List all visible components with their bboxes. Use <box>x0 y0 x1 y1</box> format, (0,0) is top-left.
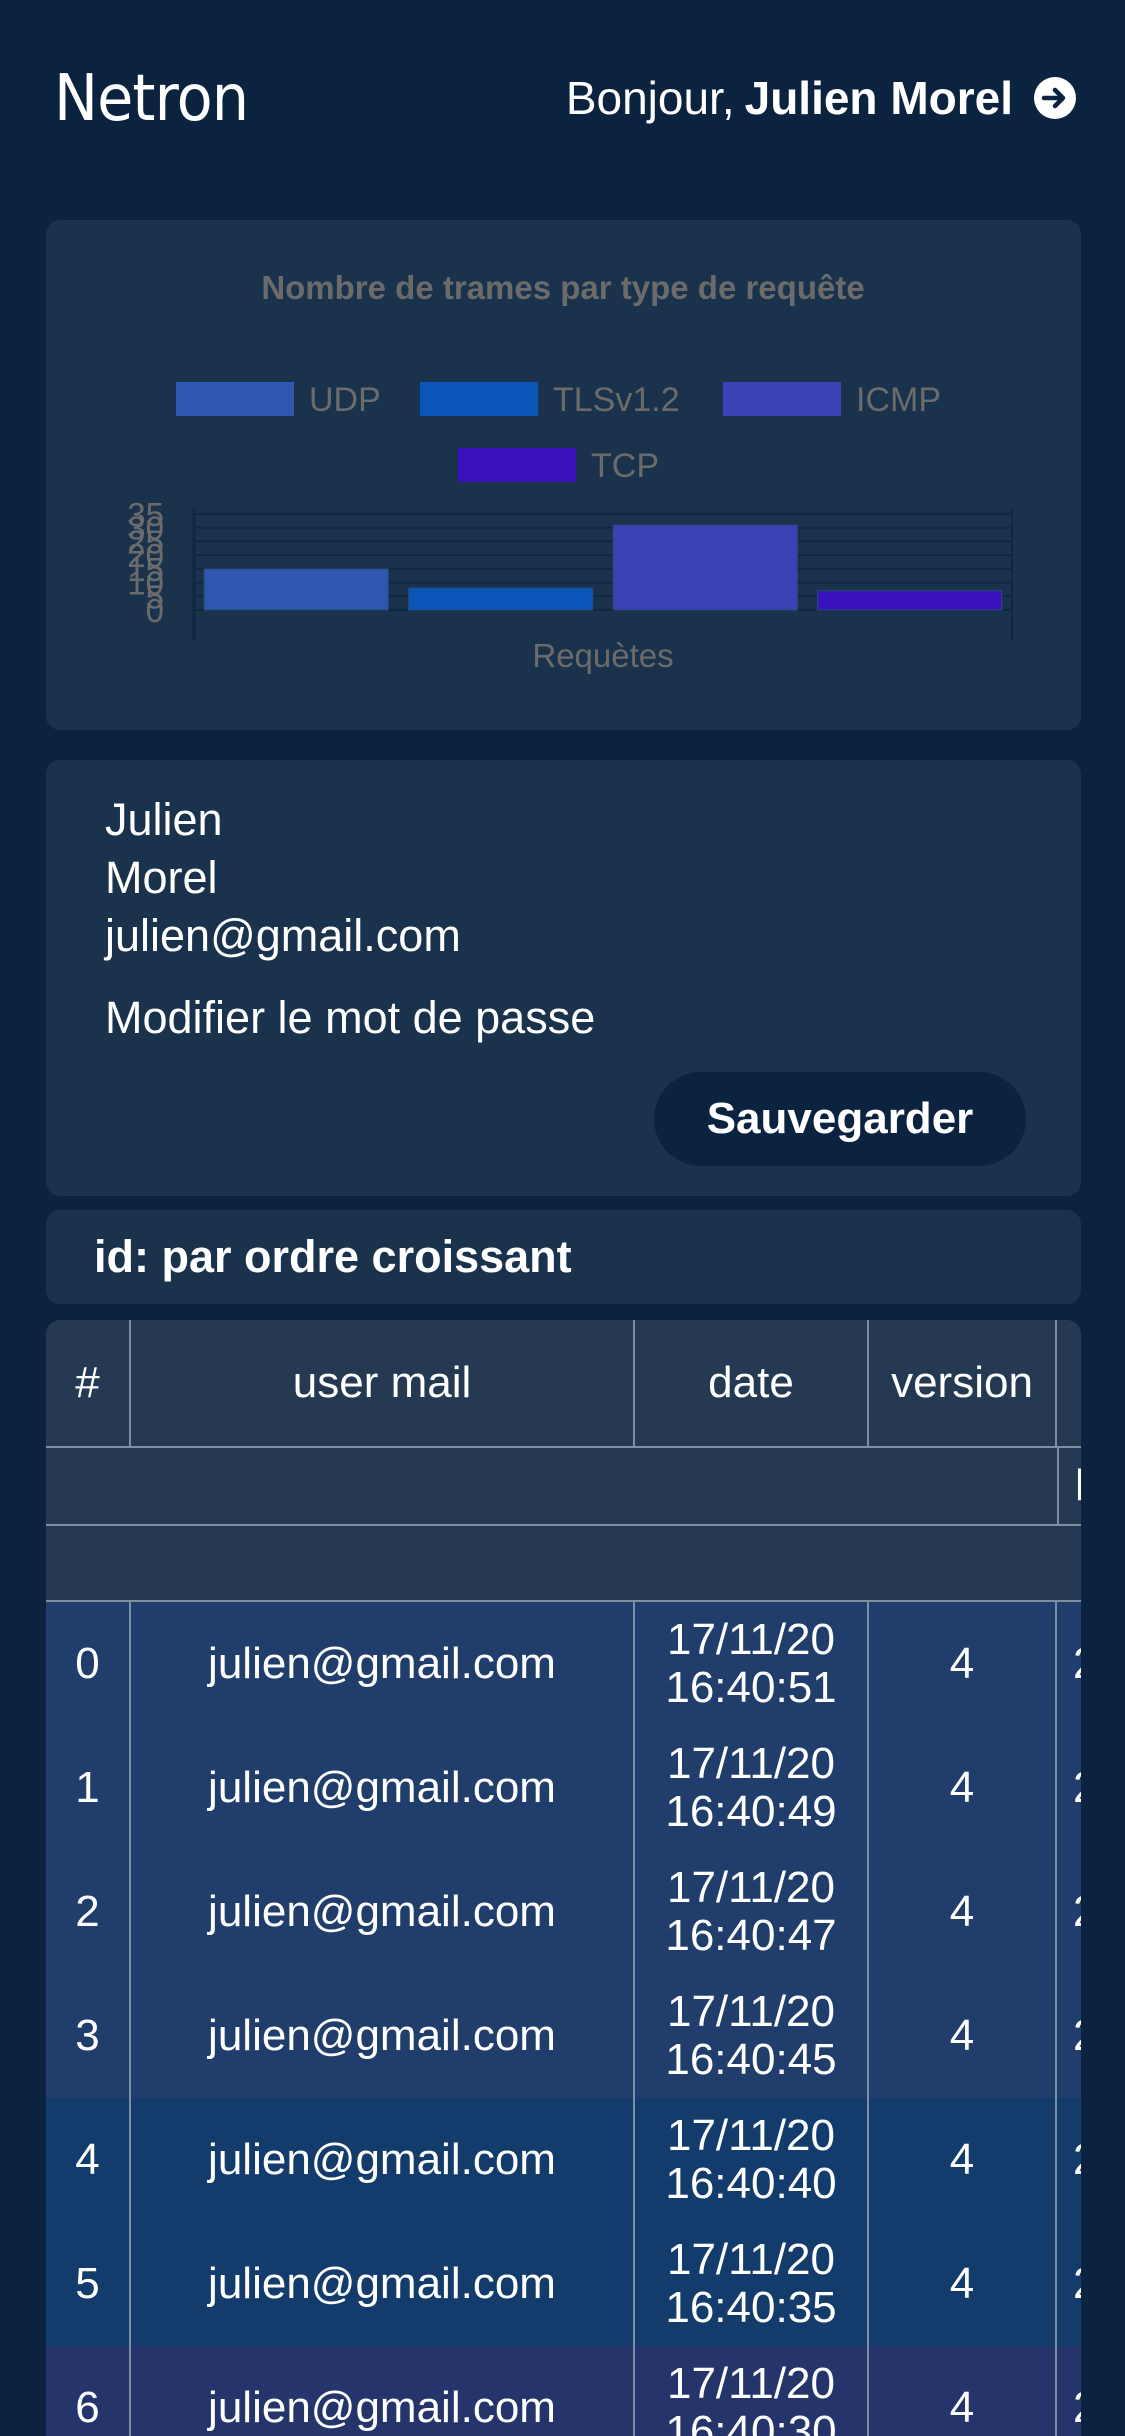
table-header-row: # user mail date version <box>46 1320 1081 1446</box>
frames-chart: Nombre de trames par type de requête UDP… <box>127 269 1013 674</box>
cell-version: 4 <box>869 1726 1057 1850</box>
legend-swatch-2[interactable] <box>723 382 841 416</box>
legend-label-0[interactable]: UDP <box>309 381 381 419</box>
y-tick-label: 0 <box>146 592 164 629</box>
cell-version: 4 <box>869 2222 1057 2346</box>
cell-id: 3 <box>46 1974 131 2098</box>
app-logo[interactable]: Netron <box>54 62 249 136</box>
logout-icon[interactable] <box>1033 76 1077 120</box>
table-row[interactable]: 6julien@gmail.com17/11/2016:40:3042 <box>46 2346 1081 2436</box>
cell-date-day: 17/11/20 <box>666 1863 835 1912</box>
cell-id: 2 <box>46 1850 131 1974</box>
user-name: Julien Morel <box>744 72 1013 124</box>
cell-date: 17/11/20 16:40:35 <box>635 2222 869 2346</box>
legend-swatch-3[interactable] <box>458 448 576 482</box>
cell-date-day: 17/11/20 <box>666 2359 835 2408</box>
cell-date-day: 17/11/20 <box>666 2235 835 2284</box>
cell-user-mail: julien@gmail.com <box>131 1602 635 1726</box>
cell-len: 2 <box>1057 1974 1081 2098</box>
table-row[interactable]: 3julien@gmail.com17/11/2016:40:4542 <box>46 1974 1081 2098</box>
cell-date-time: 16:40:30 <box>665 2407 837 2436</box>
cell-date: 17/11/20 16:40:45 <box>635 1974 869 2098</box>
first-name-field[interactable]: Julien <box>105 794 223 846</box>
sort-selector[interactable]: id: par ordre croissant <box>46 1210 1081 1304</box>
cell-version: 4 <box>869 2346 1057 2436</box>
cell-id: 1 <box>46 1726 131 1850</box>
cell-len: 2 <box>1057 2222 1081 2346</box>
cell-len: 2 <box>1057 1602 1081 1726</box>
cell-user-mail: julien@gmail.com <box>131 1850 635 1974</box>
cell-date-time: 16:40:40 <box>665 2159 837 2208</box>
cell-version: 4 <box>869 2098 1057 2222</box>
table-row[interactable]: 1julien@gmail.com17/11/2016:40:4942 <box>46 1726 1081 1850</box>
bar-udp[interactable] <box>203 568 389 611</box>
header-version[interactable]: version <box>869 1320 1057 1446</box>
cell-user-mail: julien@gmail.com <box>131 2222 635 2346</box>
table-row[interactable]: 4julien@gmail.com17/11/2016:40:4042 <box>46 2098 1081 2222</box>
cell-id: 4 <box>46 2098 131 2222</box>
frames-chart-card: Nombre de trames par type de requête UDP… <box>46 220 1081 730</box>
greeting-prefix: Bonjour, <box>565 72 735 124</box>
table-subheader-row: len <box>46 1446 1081 1524</box>
save-button[interactable]: Sauvegarder <box>654 1072 1026 1166</box>
legend-swatch-1[interactable] <box>420 382 538 416</box>
email-field[interactable]: julien@gmail.com <box>105 910 461 962</box>
chart-y-ticks: 35302520151050 <box>127 496 164 629</box>
chart-x-label: Requètes <box>532 637 673 674</box>
header-len[interactable]: len <box>1057 1448 1081 1524</box>
frames-table[interactable]: # user mail date version len 0julien@gma… <box>46 1320 1081 2436</box>
chart-legend[interactable]: UDP TLSv1.2 ICMP TCP <box>176 381 941 485</box>
bar-tlsv1-2[interactable] <box>408 587 594 611</box>
legend-swatch-0[interactable] <box>176 382 294 416</box>
cell-date-time: 16:40:35 <box>665 2283 837 2332</box>
cell-date-time: 16:40:51 <box>665 1663 837 1712</box>
header-user-mail[interactable]: user mail <box>131 1320 635 1446</box>
last-name-field[interactable]: Morel <box>105 852 218 904</box>
table-row[interactable]: 5julien@gmail.com17/11/2016:40:3542 <box>46 2222 1081 2346</box>
cell-user-mail: julien@gmail.com <box>131 2098 635 2222</box>
user-greeting: Bonjour, Julien Morel <box>566 66 1077 130</box>
bar-icmp[interactable] <box>612 524 798 611</box>
legend-label-1[interactable]: TLSv1.2 <box>553 381 680 419</box>
cell-len: 2 <box>1057 1850 1081 1974</box>
cell-id: 6 <box>46 2346 131 2436</box>
cell-date: 17/11/20 16:40:51 <box>635 1602 869 1726</box>
legend-label-3[interactable]: TCP <box>591 447 659 485</box>
cell-date: 17/11/20 16:40:30 <box>635 2346 869 2436</box>
cell-user-mail: julien@gmail.com <box>131 2346 635 2436</box>
cell-date-day: 17/11/20 <box>666 1987 835 2036</box>
profile-card: Julien Morel julien@gmail.com Modifier l… <box>46 760 1081 1196</box>
cell-len: 2 <box>1057 1726 1081 1850</box>
cell-user-mail: julien@gmail.com <box>131 1726 635 1850</box>
table-filter-row <box>46 1524 1081 1602</box>
change-password-link[interactable]: Modifier le mot de passe <box>105 992 595 1044</box>
cell-len: 2 <box>1057 2098 1081 2222</box>
cell-date-time: 16:40:45 <box>665 2035 837 2084</box>
cell-id: 5 <box>46 2222 131 2346</box>
sort-label: id: par ordre croissant <box>94 1231 572 1282</box>
header-extra[interactable] <box>1057 1320 1081 1446</box>
legend-label-2[interactable]: ICMP <box>856 381 941 419</box>
chart-title: Nombre de trames par type de requête <box>261 269 864 306</box>
cell-version: 4 <box>869 1602 1057 1726</box>
header-id[interactable]: # <box>46 1320 131 1446</box>
cell-date: 17/11/20 16:40:47 <box>635 1850 869 1974</box>
cell-date-time: 16:40:47 <box>665 1911 837 1960</box>
cell-version: 4 <box>869 1850 1057 1974</box>
cell-date-day: 17/11/20 <box>666 1739 835 1788</box>
cell-version: 4 <box>869 1974 1057 2098</box>
cell-date-day: 17/11/20 <box>666 2111 835 2160</box>
bar-tcp[interactable] <box>817 590 1003 611</box>
cell-id: 0 <box>46 1602 131 1726</box>
header-date[interactable]: date <box>635 1320 869 1446</box>
cell-date: 17/11/20 16:40:49 <box>635 1726 869 1850</box>
cell-date: 17/11/20 16:40:40 <box>635 2098 869 2222</box>
cell-date-day: 17/11/20 <box>666 1615 835 1664</box>
cell-user-mail: julien@gmail.com <box>131 1974 635 2098</box>
table-row[interactable]: 2julien@gmail.com17/11/2016:40:4742 <box>46 1850 1081 1974</box>
table-row[interactable]: 0julien@gmail.com17/11/2016:40:5142 <box>46 1602 1081 1726</box>
top-bar: Netron Bonjour, Julien Morel <box>0 0 1125 200</box>
cell-len: 2 <box>1057 2346 1081 2436</box>
cell-date-time: 16:40:49 <box>665 1787 837 1836</box>
